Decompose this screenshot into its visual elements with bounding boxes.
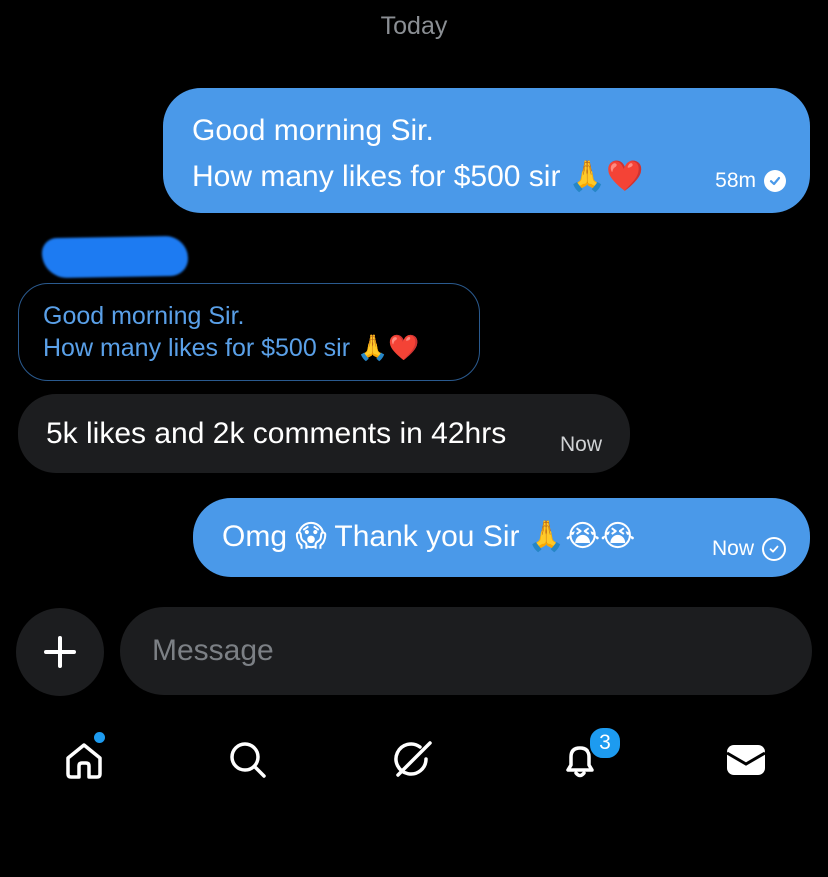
nav-grok-tab[interactable] bbox=[381, 728, 445, 792]
bottom-nav: 3 bbox=[0, 726, 828, 798]
incoming-message-bubble[interactable]: 5k likes and 2k comments in 42hrs Now bbox=[18, 394, 630, 473]
message-input[interactable] bbox=[120, 607, 812, 695]
sent-check-icon bbox=[762, 537, 786, 561]
notification-dot bbox=[94, 732, 105, 743]
outgoing-message-bubble[interactable]: Omg 😱 Thank you Sir 🙏😭😭 Now bbox=[193, 498, 810, 577]
message-text: Omg 😱 Thank you Sir 🙏😭😭 bbox=[222, 520, 636, 553]
date-separator: Today bbox=[380, 12, 448, 40]
mail-icon bbox=[726, 745, 766, 775]
notification-badge: 3 bbox=[588, 726, 622, 760]
search-icon bbox=[230, 742, 266, 778]
message-timestamp: Now bbox=[711, 537, 754, 560]
message-meta: 58m bbox=[715, 169, 786, 193]
home-icon bbox=[66, 743, 102, 779]
message-meta: Now bbox=[560, 433, 602, 457]
redacted-sender-name bbox=[41, 235, 189, 279]
nav-search-tab[interactable] bbox=[216, 728, 280, 792]
message-text-line: Good morning Sir. bbox=[192, 114, 434, 147]
message-text: 5k likes and 2k comments in 42hrs bbox=[46, 417, 507, 450]
nav-notifications-tab[interactable]: 3 bbox=[548, 726, 622, 792]
message-timestamp: 58m bbox=[715, 169, 756, 192]
message-meta: Now bbox=[712, 537, 786, 561]
outgoing-message-bubble[interactable]: Good morning Sir. How many likes for $50… bbox=[163, 88, 810, 213]
add-attachment-button[interactable] bbox=[16, 608, 104, 696]
grok-icon bbox=[394, 741, 432, 777]
read-check-icon bbox=[764, 170, 786, 192]
quoted-message[interactable]: Good morning Sir. How many likes for $50… bbox=[18, 283, 480, 381]
quoted-text-line: Good morning Sir. bbox=[43, 302, 245, 330]
message-timestamp: Now bbox=[559, 433, 602, 456]
nav-messages-tab[interactable] bbox=[714, 728, 778, 792]
plus-icon bbox=[44, 636, 76, 668]
quoted-text-line: How many likes for $500 sir 🙏❤️ bbox=[43, 334, 420, 362]
message-text-line: How many likes for $500 sir 🙏❤️ bbox=[192, 160, 644, 193]
nav-home-tab[interactable] bbox=[52, 728, 116, 792]
